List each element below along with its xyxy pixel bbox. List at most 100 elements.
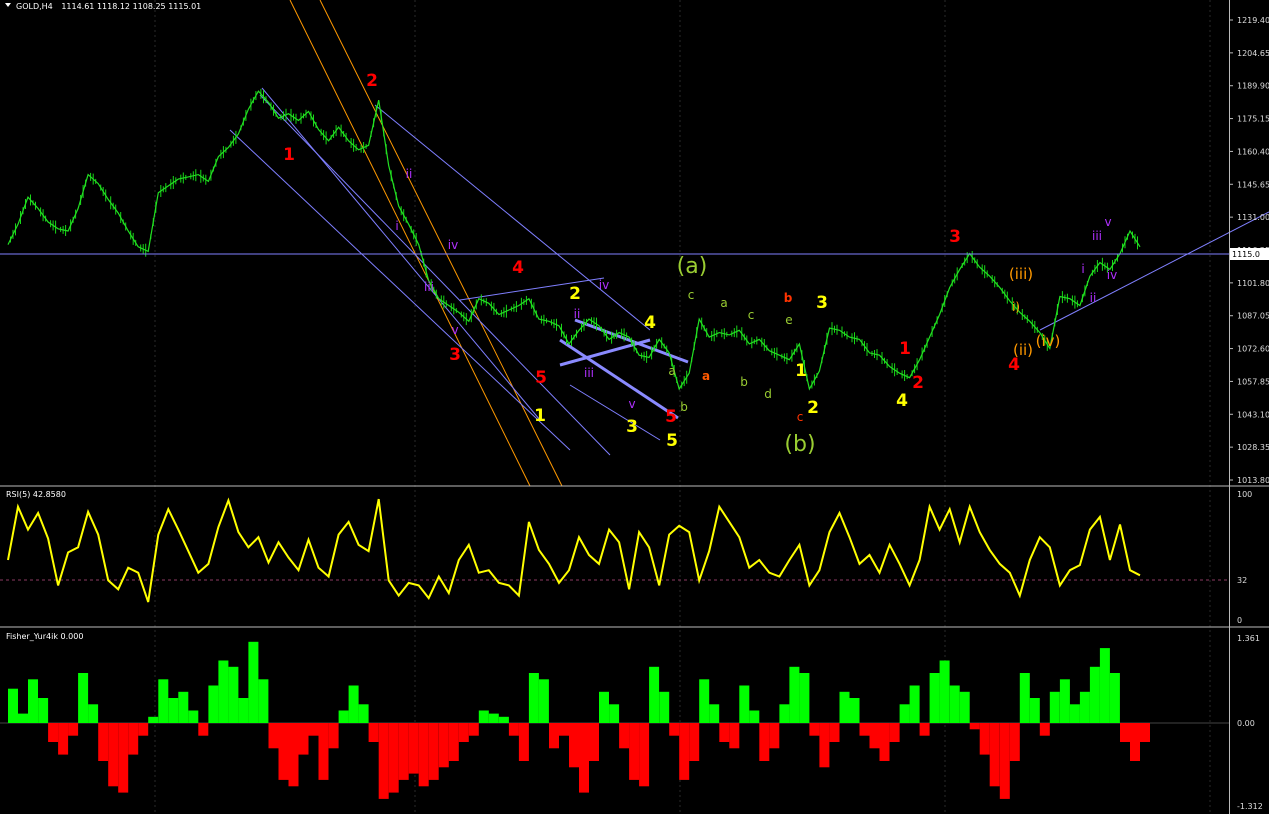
fisher-bar [1089,666,1100,723]
fisher-bar [719,723,730,742]
current-price-text: 1115.0 [1232,250,1260,259]
wave-labels: 123455abc123424135312 4(a)(b)cac ebdab(iii… [283,71,1117,457]
chevron-down-icon[interactable] [5,3,11,7]
wave-label: i) [1012,300,1020,314]
fisher-bar [358,704,369,723]
price-pane[interactable]: 123455abc123424135312 4(a)(b)cac ebdab(iii… [0,0,1269,487]
fisher-bar [48,723,59,742]
fisher-bar [969,723,980,730]
wave-label: d [764,387,772,401]
wave-label: i [1081,262,1084,276]
fisher-bar [849,698,860,723]
fisher-bar [468,723,479,736]
wave-label: 3 [949,227,961,247]
fisher-bar [839,691,850,723]
fisher-bar [348,685,359,723]
fisher-bar [458,723,469,742]
rsi-tick-label: 0 [1237,616,1242,625]
fisher-bar [298,723,309,755]
fisher-bar [759,723,770,761]
wave-label: 1 [534,406,546,426]
trendline [569,384,661,441]
chart-stage[interactable]: 123455abc123424135312 4(a)(b)cac ebdab(iii… [0,0,1269,814]
fisher-bar [919,723,930,736]
fisher-bar [929,673,940,723]
fisher-bar [398,723,409,780]
wave-label: a [668,364,675,378]
fisher-bar [699,679,710,723]
price-tick-label: 1087.05 [1237,312,1269,321]
fisher-bar [218,660,229,723]
fisher-bar [949,685,960,723]
fisher-bar [238,698,249,723]
fisher-bar [999,723,1010,799]
trendline [229,129,571,451]
fisher-bar [1059,679,1070,723]
fisher-bar [148,716,159,723]
price-tick-label: 1057.85 [1237,377,1269,386]
wave-label: a [702,369,710,383]
wave-label: ii [574,307,581,321]
wave-label: ii [406,167,413,181]
fisher-bar [68,723,79,736]
fisher-bar [18,713,28,723]
wave-label: b [740,375,748,389]
wave-label: i [395,219,398,233]
price-tick-label: 1160.40 [1237,147,1269,156]
fisher-bar [158,679,169,723]
fisher-bar [178,691,189,723]
fisher-axis: 1.361 0.00 -1.312 [1237,634,1263,811]
price-tick-label: 1131.00 [1237,213,1269,222]
fisher-bar [549,723,559,749]
wave-label: ii [1090,291,1097,305]
fisher-pane[interactable]: 1.361 0.00 -1.312 [0,634,1263,811]
fisher-bar [829,723,840,742]
fisher-bar [989,723,1000,787]
wave-label: 4 [644,313,656,333]
wave-label: iv [448,238,458,252]
fisher-tick-label: 0.00 [1237,719,1255,728]
fisher-bar [388,723,399,793]
trendline [1039,211,1269,331]
fisher-bar [649,666,660,723]
fisher-bar [448,723,459,761]
fisher-bar [879,723,890,761]
wave-label: 5 [666,431,678,451]
trendline [289,0,531,487]
fisher-bar [559,723,569,736]
price-tick-label: 1189.90 [1237,82,1269,91]
fisher-bar [488,713,499,723]
fisher-bar [639,723,650,787]
price-line [7,90,1141,391]
fisher-bar [779,704,790,723]
fisher-bar [378,723,389,799]
fisher-bar [1019,673,1030,723]
rsi-pane[interactable]: 100 32 0 [0,490,1252,625]
fisher-bar [518,723,529,761]
wave-label: c [688,288,695,302]
fisher-bar [428,723,439,780]
fisher-bar [248,641,259,723]
fisher-bar [739,685,750,723]
fisher-bar [859,723,870,736]
wave-label: 3 [449,345,461,365]
fisher-bar [819,723,830,768]
wave-label: 3 [626,417,638,437]
trendlines [229,0,1269,487]
rsi-tick-label: 32 [1237,576,1247,585]
fisher-bar [679,723,690,780]
fisher-bar [228,666,239,723]
fisher-bar [789,666,800,723]
fisher-bar [889,723,900,742]
fisher-bar [1049,691,1060,723]
rsi-title: RSI(5) 42.8580 [6,490,66,499]
wave-label: iii [584,366,594,380]
fisher-bar [418,723,429,787]
fisher-bar [619,723,630,749]
fisher-bar [528,673,539,723]
wave-label: 4 [896,391,908,411]
wave-label: v [1104,215,1111,229]
wave-label: (a) [677,254,708,279]
fisher-bar [78,673,89,723]
rsi-tick-label: 100 [1237,490,1252,499]
